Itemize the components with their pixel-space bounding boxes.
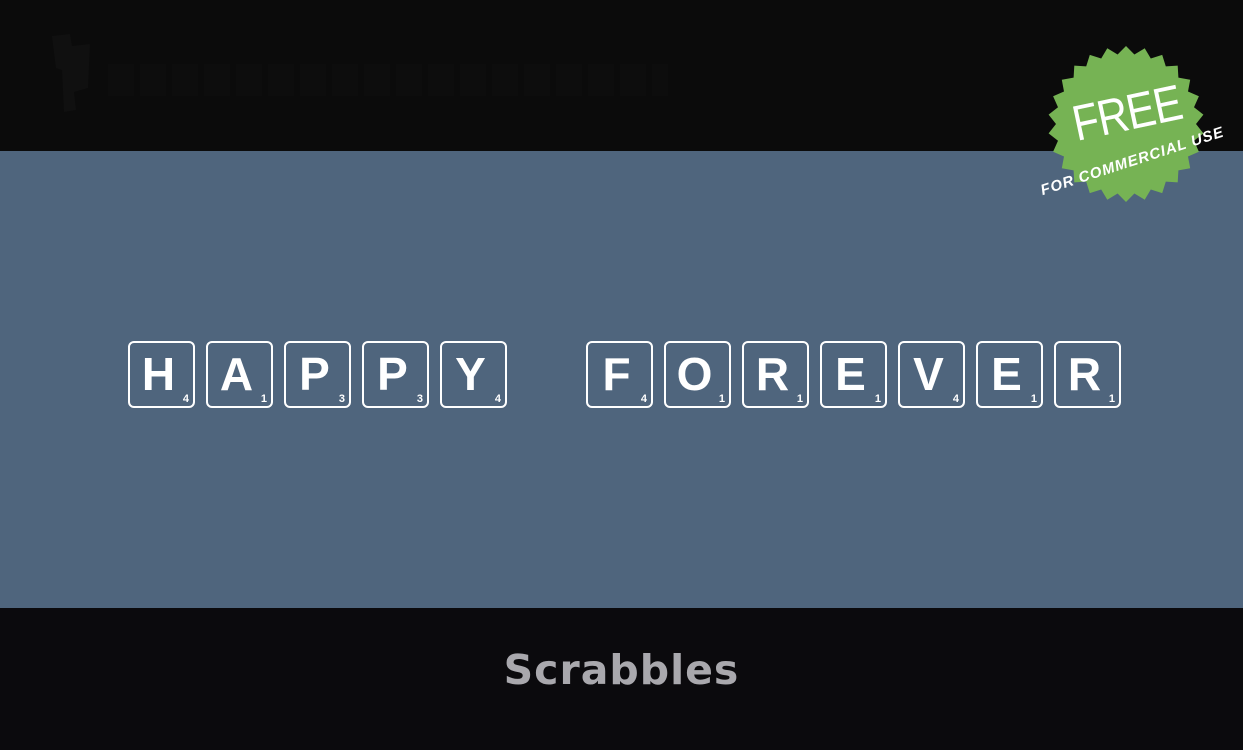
tile-letter: Y (455, 348, 486, 400)
tile-letter: R (755, 348, 790, 400)
letter-tile: O1 (664, 341, 731, 408)
tile-score: 4 (952, 393, 959, 405)
tile-letter: E (991, 348, 1022, 400)
tile-score: 3 (338, 393, 345, 405)
site-name-watermark (108, 64, 668, 96)
tile-letter: R (1067, 348, 1102, 400)
tile-score: 4 (182, 393, 189, 405)
tile-letter: H (141, 348, 176, 400)
footer: Scrabbles (0, 608, 1243, 750)
tile-letter: P (377, 348, 408, 400)
font-preview-area: H4 A1 P3 P3 Y4 F4 O1 R1 E1 V4 E1 R1 (0, 151, 1243, 608)
tile-letter: A (219, 348, 254, 400)
letter-tile: F4 (586, 341, 653, 408)
word-happy: H4 A1 P3 P3 Y4 (128, 341, 518, 408)
tile-score: 1 (1108, 393, 1115, 405)
tile-letter: O (676, 348, 713, 400)
letter-tile: A1 (206, 341, 273, 408)
tile-score: 1 (1030, 393, 1037, 405)
tile-score: 1 (796, 393, 803, 405)
tile-score: 1 (260, 393, 267, 405)
tile-score: 1 (718, 393, 725, 405)
tile-score: 1 (874, 393, 881, 405)
tile-score: 3 (416, 393, 423, 405)
letter-tile: R1 (1054, 341, 1121, 408)
preview-text: H4 A1 P3 P3 Y4 F4 O1 R1 E1 V4 E1 R1 (128, 341, 1132, 408)
letter-tile: E1 (820, 341, 887, 408)
tile-letter: P (299, 348, 330, 400)
tile-letter: F (602, 348, 631, 400)
tile-score: 4 (494, 393, 501, 405)
font-name-link[interactable]: Scrabbles (0, 646, 1243, 694)
letter-tile: E1 (976, 341, 1043, 408)
site-logo-icon (52, 34, 90, 112)
letter-tile: P3 (362, 341, 429, 408)
tile-letter: V (913, 348, 944, 400)
word-forever: F4 O1 R1 E1 V4 E1 R1 (586, 341, 1132, 408)
letter-tile: H4 (128, 341, 195, 408)
tile-letter: E (835, 348, 866, 400)
letter-tile: P3 (284, 341, 351, 408)
letter-tile: Y4 (440, 341, 507, 408)
letter-tile: V4 (898, 341, 965, 408)
letter-tile: R1 (742, 341, 809, 408)
tile-score: 4 (640, 393, 647, 405)
